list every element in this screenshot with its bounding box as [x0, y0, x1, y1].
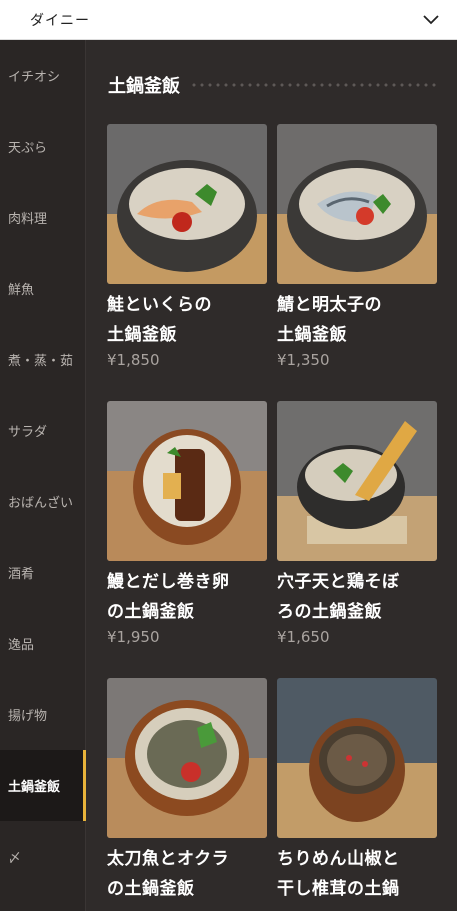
- menu-item-card[interactable]: 鮭といくらの 土鍋釜飯 ¥1,850: [107, 124, 267, 370]
- sidebar-item-salad[interactable]: サラダ: [0, 395, 85, 466]
- sidebar-item-specialties[interactable]: 逸品: [0, 608, 85, 679]
- top-bar: ダイニー: [0, 0, 457, 40]
- dish-photo: [277, 401, 437, 561]
- menu-item-card[interactable]: 穴子天と鶏そぼ ろの土鍋釜飯 ¥1,650: [277, 401, 437, 647]
- dish-photo: [277, 124, 437, 284]
- dish-photo: [107, 401, 267, 561]
- sidebar-item-meat[interactable]: 肉料理: [0, 182, 85, 253]
- menu-item-card[interactable]: 鰻とだし巻き卵 の土鍋釜飯 ¥1,950: [107, 401, 267, 647]
- sidebar-item-fish[interactable]: 鮮魚: [0, 253, 85, 324]
- dish-name: 太刀魚とオクラ の土鍋釜飯: [107, 849, 230, 899]
- dish-price: ¥1,850: [107, 351, 160, 369]
- dish-price: ¥1,350: [277, 351, 330, 369]
- sidebar-item-simmered[interactable]: 煮・蒸・茹: [0, 324, 85, 395]
- sidebar-item-donabe[interactable]: 土鍋釜飯: [0, 750, 86, 821]
- category-sidebar: イチオシ 天ぷら 肉料理 鮮魚 煮・蒸・茹 サラダ おばんざい 酒肴 逸品 揚げ…: [0, 40, 86, 911]
- sidebar-item-recommended[interactable]: イチオシ: [0, 40, 85, 111]
- dish-name: 鰻とだし巻き卵 の土鍋釜飯: [107, 572, 230, 622]
- dish-photo: [107, 678, 267, 838]
- menu-content: 土鍋釜飯 鮭といくらの 土鍋釜飯 ¥1,850 鯖と明太子の 土鍋釜飯 ¥1,3…: [86, 40, 457, 911]
- section-title: 土鍋釜飯: [108, 76, 180, 97]
- dish-name: 鯖と明太子の 土鍋釜飯: [277, 295, 382, 345]
- sidebar-item-tempura[interactable]: 天ぷら: [0, 111, 85, 182]
- sidebar-item-shime[interactable]: 〆: [0, 821, 85, 892]
- menu-item-card[interactable]: 太刀魚とオクラ の土鍋釜飯: [107, 678, 267, 904]
- dish-price: ¥1,950: [107, 628, 160, 646]
- dish-photo: [107, 124, 267, 284]
- menu-item-card[interactable]: ちりめん山椒と 干し椎茸の土鍋: [277, 678, 437, 904]
- menu-item-card[interactable]: 鯖と明太子の 土鍋釜飯 ¥1,350: [277, 124, 437, 370]
- dish-price: ¥1,650: [277, 628, 330, 646]
- dish-photo: [277, 678, 437, 838]
- chevron-down-icon[interactable]: [421, 10, 441, 30]
- sidebar-item-fried[interactable]: 揚げ物: [0, 679, 85, 750]
- sidebar-item-obanzai[interactable]: おばんざい: [0, 466, 85, 537]
- sidebar-item-snacks[interactable]: 酒肴: [0, 537, 85, 608]
- dotted-divider: [190, 83, 438, 87]
- section-header: 土鍋釜飯: [108, 72, 438, 98]
- dish-name: 鮭といくらの 土鍋釜飯: [107, 295, 212, 345]
- dish-name: 穴子天と鶏そぼ ろの土鍋釜飯: [277, 572, 400, 622]
- store-name: ダイニー: [30, 12, 90, 29]
- dish-name: ちりめん山椒と 干し椎茸の土鍋: [277, 849, 400, 899]
